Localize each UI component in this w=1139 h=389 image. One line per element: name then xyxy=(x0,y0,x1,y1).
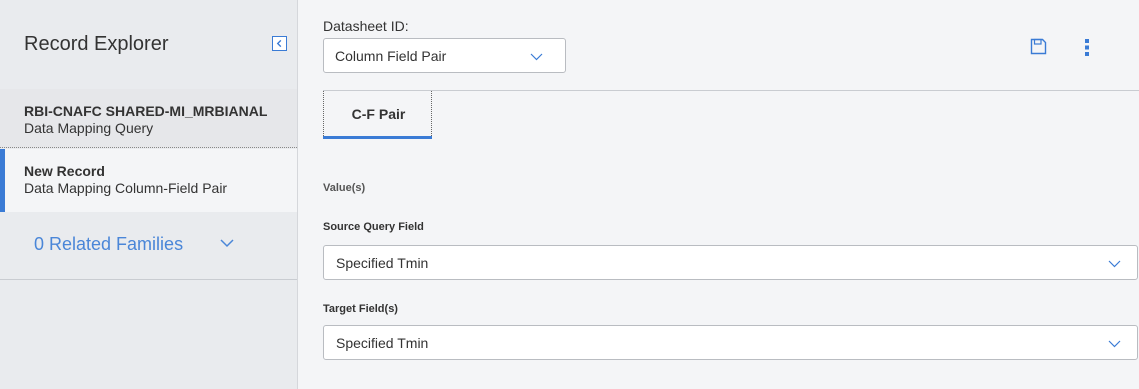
source-query-field-value: Specified Tmin xyxy=(336,255,429,271)
chevron-left-icon xyxy=(276,39,282,48)
related-families-toggle[interactable]: 0 Related Families xyxy=(0,212,297,280)
target-fields-value: Specified Tmin xyxy=(336,335,429,351)
values-section-label: Value(s) xyxy=(323,182,366,194)
record-explorer-title: Record Explorer xyxy=(24,33,169,55)
source-query-field-label: Source Query Field xyxy=(323,221,424,233)
record-title: RBI-CNAFC SHARED-MI_MRBIANAL xyxy=(24,103,268,119)
record-item-new-record[interactable]: New Record Data Mapping Column-Field Pai… xyxy=(0,149,297,212)
chevron-down-icon xyxy=(530,53,543,61)
chevron-down-icon xyxy=(1108,340,1121,348)
active-tab-indicator xyxy=(323,136,432,139)
target-fields-select[interactable]: Specified Tmin xyxy=(323,325,1138,360)
tab-label: C-F Pair xyxy=(351,106,406,122)
collapse-panel-button[interactable] xyxy=(272,36,287,51)
save-icon[interactable] xyxy=(1030,38,1047,55)
datasheet-id-label: Datasheet ID: xyxy=(323,18,409,34)
datasheet-id-value: Column Field Pair xyxy=(335,48,447,64)
source-query-field-select[interactable]: Specified Tmin xyxy=(323,245,1138,280)
more-vertical-icon[interactable] xyxy=(1084,38,1090,57)
target-fields-label: Target Field(s) xyxy=(323,303,398,315)
record-title: New Record xyxy=(24,163,105,179)
chevron-down-icon xyxy=(1108,260,1121,268)
chevron-down-icon xyxy=(220,239,234,248)
record-explorer-panel: Record Explorer RBI-CNAFC SHARED-MI_MRBI… xyxy=(0,0,297,389)
datasheet-id-select[interactable]: Column Field Pair xyxy=(323,38,566,73)
record-item-query[interactable]: RBI-CNAFC SHARED-MI_MRBIANAL Data Mappin… xyxy=(0,89,297,148)
record-family: Data Mapping Column-Field Pair xyxy=(24,180,228,196)
record-family: Data Mapping Query xyxy=(24,120,154,136)
tab-cf-pair[interactable]: C-F Pair xyxy=(323,91,432,138)
related-families-label: 0 Related Families xyxy=(34,234,184,254)
header-divider xyxy=(323,90,1139,91)
record-explorer-header: Record Explorer xyxy=(0,0,297,89)
datasheet-panel: Datasheet ID: Column Field Pair C-F Pair… xyxy=(298,0,1139,389)
